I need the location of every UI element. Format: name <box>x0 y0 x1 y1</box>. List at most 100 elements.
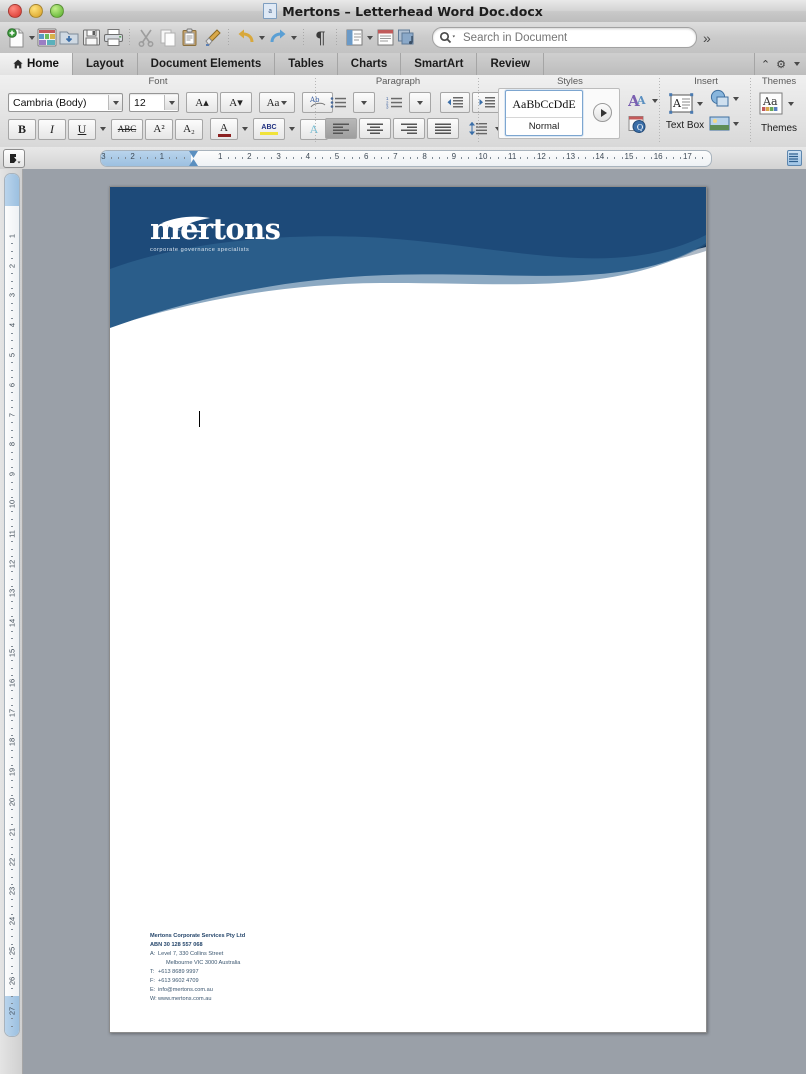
styles-expand-button[interactable] <box>593 103 612 122</box>
scissors-icon[interactable] <box>135 27 157 49</box>
bullets-menu-button[interactable] <box>353 92 375 113</box>
new-doc-icon[interactable] <box>5 27 27 49</box>
chevron-down-icon[interactable] <box>29 35 35 40</box>
grow-font-button[interactable]: A▴ <box>186 92 218 113</box>
close-button[interactable] <box>8 4 22 18</box>
floppy-save-icon[interactable] <box>80 27 102 49</box>
vruler-dot <box>11 362 13 364</box>
toolbar-overflow-button[interactable]: » <box>703 30 711 46</box>
window-controls <box>8 4 64 18</box>
ruler-dot <box>227 157 229 159</box>
media-browser-icon[interactable] <box>396 27 418 49</box>
notebook-icon[interactable] <box>374 27 396 49</box>
align-center-button[interactable] <box>359 118 391 139</box>
bullets-button[interactable] <box>325 93 351 112</box>
vruler-dot <box>11 340 13 342</box>
picture-button[interactable] <box>709 115 739 132</box>
vruler-dot <box>11 638 13 640</box>
underline-button[interactable]: U <box>68 118 96 140</box>
themes-button[interactable]: Aa <box>758 91 794 117</box>
italic-button[interactable]: I <box>38 118 66 140</box>
magnifier-icon[interactable] <box>439 31 457 44</box>
quick-style-button[interactable]: Q <box>628 115 648 139</box>
tab-charts[interactable]: Charts <box>338 53 402 75</box>
vruler-tick: 19 <box>7 768 17 777</box>
tab-review[interactable]: Review <box>477 53 545 75</box>
font-color-button[interactable]: A <box>210 118 238 140</box>
vruler-tick: 11 <box>7 529 17 538</box>
tab-smartart[interactable]: SmartArt <box>401 53 478 75</box>
chevron-down-icon[interactable] <box>367 35 373 40</box>
chevron-down-icon[interactable] <box>108 95 122 110</box>
paintbrush-icon[interactable] <box>201 27 223 49</box>
chevron-down-icon[interactable] <box>794 62 800 66</box>
text-box-label: Text Box <box>665 120 705 131</box>
vruler-dot <box>11 898 13 900</box>
document-workspace[interactable]: 1 2 3 4 5 6 7 8 9 10 11 12 13 14 15 16 17 18 19 20 21 22 23 24 2… <box>0 169 806 1074</box>
tab-stop-selector[interactable] <box>3 149 25 168</box>
pilcrow-icon[interactable]: ¶ <box>309 27 331 49</box>
printer-icon[interactable] <box>102 27 124 49</box>
font-size-combo[interactable]: 12 <box>129 93 179 112</box>
search-box[interactable] <box>432 27 697 48</box>
redo-arrow-icon[interactable] <box>267 27 289 49</box>
sidebar-panel-icon[interactable] <box>343 27 365 49</box>
change-case-button[interactable]: Aa <box>259 92 295 113</box>
vruler-dot <box>11 779 13 781</box>
vruler-tick: 1 <box>7 233 17 238</box>
chevron-down-icon[interactable] <box>289 127 295 131</box>
template-gallery-icon[interactable] <box>36 27 58 49</box>
strikethrough-button[interactable]: ABC <box>111 118 143 140</box>
style-item-normal[interactable]: AaBbCcDdE Normal <box>505 90 583 136</box>
collapse-ribbon-chevron-icon[interactable]: ⌃ <box>761 58 770 71</box>
tab-document-elements[interactable]: Document Elements <box>138 53 276 75</box>
tab-tables[interactable]: Tables <box>275 53 338 75</box>
document-view-icon[interactable] <box>787 150 802 166</box>
ruler-dot <box>614 157 616 159</box>
vruler-dot <box>11 839 13 841</box>
undo-arrow-icon[interactable] <box>235 27 257 49</box>
align-right-button[interactable] <box>393 118 425 139</box>
numbering-menu-button[interactable] <box>409 92 431 113</box>
vertical-ruler[interactable]: 1 2 3 4 5 6 7 8 9 10 11 12 13 14 15 16 17 18 19 20 21 22 23 24 2… <box>0 169 23 1074</box>
footer-key: F: <box>150 977 155 984</box>
svg-text:3: 3 <box>386 105 389 109</box>
subscript-button[interactable]: A₂ <box>175 118 203 140</box>
footer-value: Level 7, 330 Collins Street <box>158 950 224 957</box>
chevron-down-icon[interactable] <box>291 35 297 40</box>
chevron-down-icon[interactable] <box>259 35 265 40</box>
chevron-down-icon[interactable] <box>242 127 248 131</box>
horizontal-ruler[interactable]: 3 2 1 1 2 3 4 5 6 7 8 9 10 11 12 13 14 15 16 17 <box>100 150 712 167</box>
align-left-button[interactable] <box>325 118 357 139</box>
shapes-button[interactable] <box>709 89 739 109</box>
vruler-tick: 22 <box>7 857 17 866</box>
open-folder-icon[interactable] <box>58 27 80 49</box>
vruler-tick: 5 <box>7 352 17 358</box>
zoom-button[interactable] <box>50 4 64 18</box>
letterhead-banner: mertons corporate governance specialists <box>110 187 706 342</box>
document-page[interactable]: mertons corporate governance specialists… <box>109 186 707 1033</box>
font-family-combo[interactable]: Cambria (Body) <box>8 93 123 112</box>
minimize-button[interactable] <box>29 4 43 18</box>
chevron-down-icon[interactable] <box>100 127 106 131</box>
tab-home[interactable]: Home <box>0 53 73 75</box>
bold-button[interactable]: B <box>8 118 36 140</box>
ruler-dot <box>147 157 149 159</box>
ruler-tick: 4 <box>305 152 311 161</box>
justify-button[interactable] <box>427 118 459 139</box>
ribbon-settings-gear-icon[interactable]: ⚙ <box>776 58 786 71</box>
decrease-indent-button[interactable] <box>440 92 470 113</box>
text-styles-button[interactable]: A A <box>628 91 658 110</box>
clipboard-paste-icon[interactable] <box>179 27 201 49</box>
chevron-down-icon[interactable] <box>164 95 178 110</box>
superscript-button[interactable]: A² <box>145 118 173 140</box>
copy-icon[interactable] <box>157 27 179 49</box>
numbering-button[interactable]: 1 2 3 <box>381 93 407 112</box>
search-input[interactable] <box>461 30 680 45</box>
ruler-dot <box>446 157 448 159</box>
text-box-button[interactable]: A <box>667 92 703 116</box>
tab-layout[interactable]: Layout <box>73 53 138 75</box>
highlight-button[interactable]: ABC <box>253 118 285 140</box>
tab-label: Layout <box>85 58 124 70</box>
shrink-font-button[interactable]: A▾ <box>220 92 252 113</box>
